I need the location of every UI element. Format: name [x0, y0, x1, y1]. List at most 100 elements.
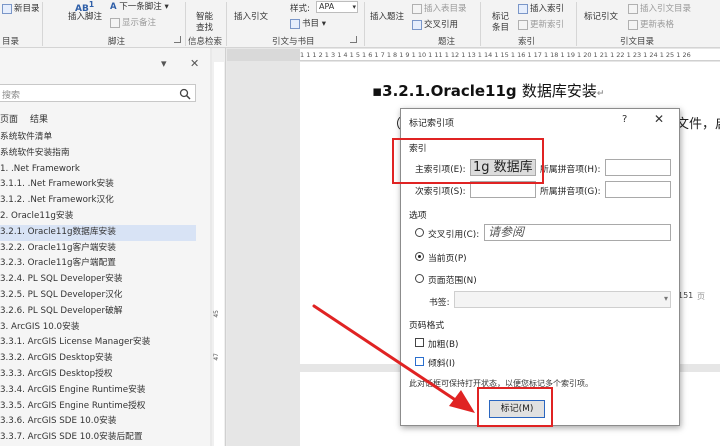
- show-notes-button[interactable]: 显示备注: [110, 16, 156, 28]
- arrow-icon: [312, 304, 475, 413]
- bibliography-button[interactable]: 书目 ▾: [290, 17, 326, 29]
- heading-list: 系统软件清单 系统软件安装指南 1. .Net Framework 3.1.1. .N…: [0, 130, 196, 446]
- nav-heading-item[interactable]: 3.1.1. .Net Framework安装: [0, 177, 196, 193]
- ruler-track: [214, 62, 224, 446]
- search-icon[interactable]: [178, 87, 192, 101]
- nav-heading-item[interactable]: 3.3.2. ArcGIS Desktop安装: [0, 351, 196, 367]
- close-icon[interactable]: ✕: [654, 112, 664, 126]
- nav-heading-item[interactable]: 3. ArcGIS 10.0安装: [0, 320, 196, 336]
- insert-caption-button[interactable]: 插入题注: [370, 10, 404, 22]
- toc-icon: [2, 3, 12, 14]
- update-index-button[interactable]: 更新索引: [518, 18, 564, 30]
- nav-heading-item[interactable]: 3.1.2. .Net Framework汉化: [0, 193, 196, 209]
- nav-search-input[interactable]: 搜索: [0, 84, 196, 102]
- page-number: 151: [678, 291, 694, 300]
- footnote-launcher-icon[interactable]: [174, 36, 181, 43]
- divider: [226, 2, 227, 46]
- group-toa: 引文目录: [620, 37, 655, 47]
- tab-pages[interactable]: 页面: [0, 112, 18, 125]
- divider: [364, 2, 365, 46]
- nav-heading-item[interactable]: 3.3.3. ArcGIS Desktop授权: [0, 367, 196, 383]
- page-suffix: 页: [697, 292, 705, 301]
- nav-heading-item[interactable]: 系统软件安装指南: [0, 146, 196, 162]
- table-icon: [412, 3, 422, 14]
- cross-reference-button[interactable]: 交叉引用: [412, 18, 458, 30]
- update-icon: [628, 19, 638, 30]
- nav-heading-item[interactable]: 3.2.1. Oracle11g数据库安装: [0, 224, 196, 241]
- cross-reference-icon: [412, 19, 422, 30]
- insert-toa-button[interactable]: 插入引文目录: [628, 2, 691, 14]
- search-placeholder: 搜索: [2, 91, 21, 101]
- nav-heading-item[interactable]: 3.3.7. ArcGIS SDE 10.0安装后配置: [0, 430, 196, 446]
- close-icon[interactable]: ✕: [190, 57, 199, 70]
- next-footnote-icon: A: [110, 2, 117, 12]
- style-label: 样式:: [290, 4, 310, 14]
- navigation-pane: ▾ ✕ 搜索 页面 结果 系统软件清单 系统软件安装指南 1. .Net Frame…: [0, 48, 210, 446]
- divider: [576, 2, 577, 46]
- citations-launcher-icon[interactable]: [350, 36, 357, 43]
- divider: [42, 2, 43, 46]
- heading-bullet: ▪: [372, 82, 383, 100]
- style-select[interactable]: APA ▾: [316, 1, 358, 13]
- nav-heading-item[interactable]: 3.2.4. PL SQL Developer安装: [0, 272, 196, 288]
- group-captions: 题注: [438, 37, 456, 47]
- nav-heading-item[interactable]: 3.2.2. Oracle11g客户端安装: [0, 241, 196, 257]
- nav-heading-item[interactable]: 2. Oracle11g安装: [0, 209, 196, 225]
- nav-heading-item[interactable]: 3.3.6. ArcGIS SDE 10.0安装: [0, 414, 196, 430]
- pinyin-main-label: 所属拼音项(H):: [540, 165, 601, 175]
- page-range-label: 页面范围(N): [428, 276, 477, 286]
- body-text-right: 文件，启: [676, 117, 720, 132]
- toa-icon: [628, 3, 638, 14]
- footnote-icon: AB1: [75, 0, 95, 14]
- chevron-down-icon: ▾: [663, 294, 668, 303]
- group-index: 索引: [518, 37, 536, 47]
- pinyin-sub-label: 所属拼音项(G):: [540, 187, 601, 197]
- document-heading: ▪3.2.1.Oracle11g 数据库安装↵: [372, 82, 605, 100]
- pinyin-sub-input[interactable]: [605, 181, 671, 198]
- nav-heading-item[interactable]: 3.2.3. Oracle11g客户端配置: [0, 256, 196, 272]
- index-icon: [518, 3, 528, 14]
- ribbon: 新目录 目录 插入脚注 AB1 A 下一条脚注 ▾ 显示备注 脚注 智能 查找 …: [0, 0, 720, 48]
- notes-icon: [110, 17, 120, 28]
- paragraph-mark: ↵: [596, 89, 605, 99]
- mark-citation-button[interactable]: 标记引文: [584, 10, 618, 22]
- nav-heading-item[interactable]: 3.3.1. ArcGIS License Manager安装: [0, 335, 196, 351]
- chevron-down-icon: ▾: [321, 19, 326, 29]
- insert-citation-button[interactable]: 插入引文: [234, 10, 268, 22]
- chevron-down-icon: ▾: [164, 2, 169, 12]
- pinyin-main-input[interactable]: [605, 159, 671, 176]
- nav-heading-item[interactable]: 3.3.5. ArcGIS Engine Runtime授权: [0, 399, 196, 415]
- nav-heading-item[interactable]: 3.2.6. PL SQL Developer破解: [0, 304, 196, 320]
- group-footnotes: 脚注: [108, 37, 126, 47]
- pane-options-icon[interactable]: ▾: [161, 57, 167, 70]
- nav-heading-item[interactable]: 1. .Net Framework: [0, 162, 196, 178]
- nav-heading-item[interactable]: 系统软件清单: [0, 130, 196, 146]
- group-toc: 目录: [2, 37, 20, 47]
- current-page-label: 当前页(P): [428, 254, 467, 264]
- insert-index-button[interactable]: 插入索引: [518, 2, 564, 14]
- ruler-label: 47: [213, 353, 220, 361]
- nav-heading-item[interactable]: 3.2.5. PL SQL Developer汉化: [0, 288, 196, 304]
- ruler-label: 45: [213, 310, 220, 318]
- vertical-ruler: 45 47: [212, 48, 226, 446]
- cross-reference-input[interactable]: 请参阅: [484, 224, 671, 241]
- tab-results[interactable]: 结果: [30, 112, 48, 125]
- nav-heading-item[interactable]: 3.3.4. ArcGIS Engine Runtime安装: [0, 383, 196, 399]
- update-toc-button[interactable]: 新目录: [2, 2, 40, 14]
- bibliography-icon: [290, 18, 300, 29]
- section-options-label: 选项: [409, 211, 427, 221]
- next-footnote-button[interactable]: A 下一条脚注 ▾: [110, 0, 169, 12]
- insert-table-of-figures-button[interactable]: 插入表目录: [412, 2, 467, 14]
- current-page-radio[interactable]: [415, 252, 424, 261]
- cross-reference-radio[interactable]: [415, 228, 424, 237]
- divider: [185, 2, 186, 46]
- help-icon[interactable]: ?: [622, 114, 627, 125]
- divider: [480, 2, 481, 46]
- mark-entry-label: 条目: [492, 23, 510, 33]
- cross-reference-label: 交叉引用(C):: [428, 230, 480, 240]
- highlight-box-index: [392, 138, 544, 184]
- update-icon: [518, 19, 528, 30]
- group-citations: 引文与书目: [272, 37, 315, 47]
- update-toa-button[interactable]: 更新表格: [628, 18, 674, 30]
- page-range-radio[interactable]: [415, 274, 424, 283]
